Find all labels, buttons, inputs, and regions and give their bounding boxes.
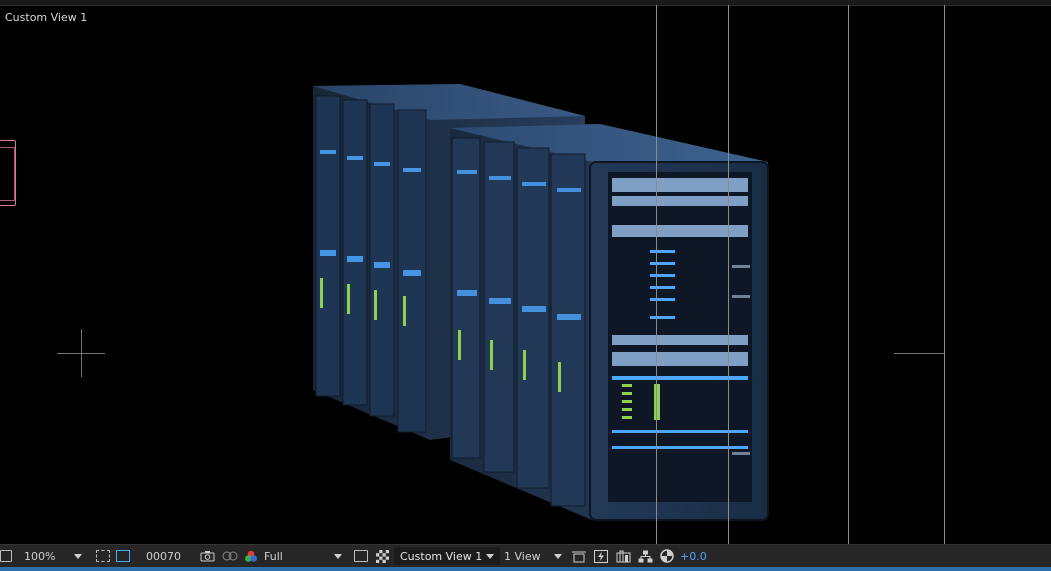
zoom-dropdown-icon[interactable]: [74, 553, 82, 559]
pixel-aspect-icon[interactable]: [572, 550, 586, 563]
panel-bottom-highlight: [0, 567, 1051, 571]
lightning-icon[interactable]: [594, 549, 608, 563]
viewer-toolbar: 100% 00070 Full Custom View 1 1 View +0.…: [0, 544, 1051, 567]
timeline-icon[interactable]: [616, 550, 631, 563]
guide-line-4[interactable]: [944, 5, 945, 544]
resolution-dropdown-icon[interactable]: [334, 553, 342, 559]
exposure-value[interactable]: +0.0: [680, 545, 707, 567]
composition-viewer[interactable]: Custom View 1: [0, 0, 1051, 544]
front-rack-columns: [451, 137, 586, 507]
view-dropdown-icon: [486, 553, 494, 559]
reset-exposure-icon[interactable]: [660, 549, 674, 563]
view-layout-label: 1 View: [504, 549, 541, 563]
title-action-safe-icon[interactable]: [96, 550, 110, 562]
back-rack-columns: [315, 95, 427, 433]
flowchart-icon[interactable]: [638, 550, 653, 563]
color-channels-icon[interactable]: [244, 550, 258, 563]
guide-line-3[interactable]: [848, 5, 849, 544]
camera-icon[interactable]: [200, 550, 215, 562]
view-layout-select[interactable]: 1 View: [500, 550, 562, 563]
guide-line-2[interactable]: [728, 5, 729, 544]
layout-dropdown-icon: [554, 553, 562, 559]
magnifier-toggle-icon[interactable]: [0, 550, 12, 562]
active-view-select[interactable]: Custom View 1: [394, 547, 500, 565]
timecode-display[interactable]: 00070: [146, 545, 200, 567]
show-snapshot-icon[interactable]: [222, 550, 238, 562]
guide-line-1[interactable]: [656, 5, 657, 544]
resolution-value: Full: [264, 549, 283, 563]
mask-visibility-icon[interactable]: [116, 550, 130, 562]
server-racks-render: [313, 84, 769, 521]
zoom-value: 100%: [24, 549, 56, 563]
region-of-interest-icon[interactable]: [354, 550, 368, 562]
active-view-label: Custom View 1: [400, 549, 483, 563]
checkerboard-icon[interactable]: [376, 549, 389, 563]
